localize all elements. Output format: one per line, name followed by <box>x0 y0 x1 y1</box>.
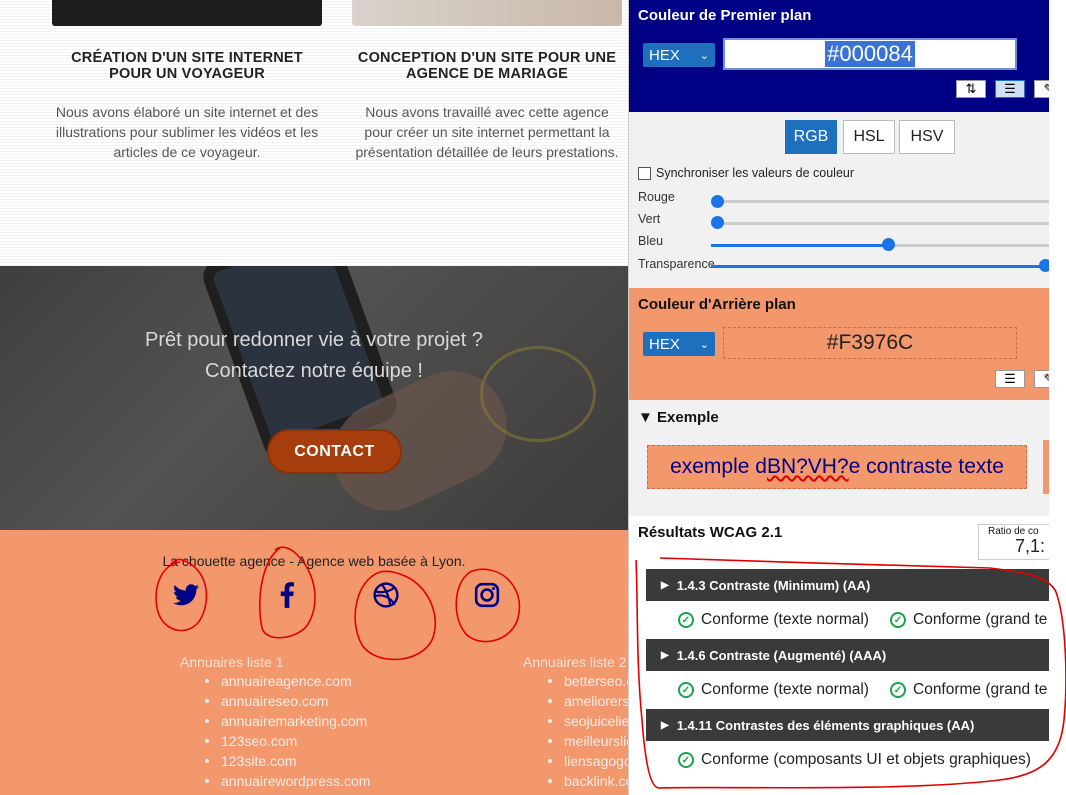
sync-option[interactable]: Synchroniser les valeurs de couleur <box>638 166 854 180</box>
contrast-checker-panel: Couleur de Premier plan HEX ⌄ #000084 ⇅ ☰… <box>628 0 1049 795</box>
eyedropper-icon[interactable]: ✎ <box>1034 80 1049 98</box>
project-thumbnail-2[interactable] <box>352 0 622 26</box>
check-circle-icon: ✓ <box>678 682 694 698</box>
red-slider-thumb[interactable] <box>711 195 724 208</box>
check-circle-icon: ✓ <box>678 612 694 628</box>
chevron-down-icon: ⌄ <box>699 338 709 351</box>
disclosure-triangle-icon: ▶ <box>661 649 669 661</box>
slider-label-blue: Bleu <box>638 234 664 248</box>
cta-hero: Prêt pour redonner vie à votre projet ? … <box>0 266 628 530</box>
color-mode-tabs: RGB HSL HSV <box>785 120 955 154</box>
example-preview-large <box>1043 440 1049 494</box>
swap-colors-icon[interactable]: ⇅ <box>956 80 986 98</box>
chevron-down-icon: ⌄ <box>699 49 709 62</box>
sync-checkbox[interactable] <box>638 166 651 180</box>
green-slider[interactable] <box>711 222 1049 225</box>
instagram-icon[interactable] <box>467 575 507 615</box>
criterion-1-4-6[interactable]: ▶ 1.4.6 Contraste (Augmenté) (AAA) <box>646 639 1049 671</box>
blue-slider-thumb[interactable] <box>882 238 895 251</box>
red-slider[interactable] <box>711 200 1049 203</box>
background-hex-input[interactable]: #F3976C <box>723 327 1017 359</box>
footer-tagline: La chouette agence - Agence web basée à … <box>162 553 466 569</box>
card-desc-2: Nous avons travaillé avec cette agence po… <box>355 104 619 160</box>
cta-heading-line2: Contactez notre équipe ! <box>205 360 423 382</box>
directory-link[interactable]: 123seo.com <box>205 731 370 751</box>
slider-label-green: Vert <box>638 212 661 226</box>
background-section: Couleur d'Arrière plan HEX⌄ #F3976C ☰ ✎ <box>629 288 1049 400</box>
check-circle-icon: ✓ <box>890 682 906 698</box>
disclosure-triangle-icon: ▼ <box>638 409 653 426</box>
tab-hsl[interactable]: HSL <box>843 120 895 154</box>
pass-large-text: ✓ Conforme (grand te <box>890 611 1047 629</box>
green-slider-thumb[interactable] <box>711 216 724 229</box>
site-footer: La chouette agence - Agence web basée à … <box>0 530 645 795</box>
criterion-1-4-11[interactable]: ▶ 1.4.11 Contrastes des éléments graphiqu… <box>646 709 1049 741</box>
directory-title-1: Annuaires liste 1 <box>180 654 284 670</box>
pass-large-text: ✓ Conforme (grand te <box>890 681 1047 699</box>
sliders-toggle-icon[interactable]: ☰ <box>995 370 1025 388</box>
dribbble-icon[interactable] <box>366 575 406 615</box>
sliders-toggle-icon[interactable]: ☰ <box>995 80 1025 98</box>
slider-label-red: Rouge <box>638 190 675 204</box>
check-circle-icon: ✓ <box>678 752 694 768</box>
check-circle-icon: ✓ <box>890 612 906 628</box>
card-title-1: CRÉATION D'UN SITE INTERNET POUR UN VOYAG… <box>71 50 303 82</box>
cta-heading-line1: Prêt pour redonner vie à votre projet ? <box>145 329 483 351</box>
background-title: Couleur d'Arrière plan <box>638 296 796 313</box>
project-thumbnail-1[interactable] <box>52 0 322 26</box>
directory-link[interactable]: annuaireagence.com <box>205 671 370 691</box>
contact-button[interactable]: CONTACT <box>267 429 402 474</box>
card-title-2: CONCEPTION D'UN SITE POUR UNE AGENCE DE M… <box>357 50 617 82</box>
foreground-hex-input[interactable]: #000084 <box>723 38 1017 70</box>
pass-ui-components: ✓ Conforme (composants UI et objets graph… <box>678 751 1031 769</box>
directory-link[interactable]: annuaireseo.com <box>205 691 370 711</box>
transparency-slider-thumb[interactable] <box>1039 259 1049 272</box>
directory-link[interactable]: annuairemarketing.com <box>205 711 370 731</box>
directory-list-1: annuaireagence.com annuaireseo.com annua… <box>205 671 370 791</box>
background-format-select[interactable]: HEX ⌄ <box>643 332 715 356</box>
directory-link[interactable]: 123site.com <box>205 751 370 771</box>
directory-link[interactable]: annuairewordpress.com <box>205 771 370 791</box>
portfolio-section: CRÉATION D'UN SITE INTERNET POUR UN VOYAG… <box>0 0 628 266</box>
tab-rgb[interactable]: RGB <box>785 120 837 154</box>
tab-hsv[interactable]: HSV <box>899 120 955 154</box>
eyedropper-icon[interactable]: ✎ <box>1034 370 1049 388</box>
disclosure-triangle-icon: ▶ <box>661 719 669 731</box>
facebook-icon[interactable] <box>267 575 307 615</box>
foreground-format-select[interactable]: HEX ⌄ <box>643 43 715 67</box>
twitter-icon[interactable] <box>166 575 206 615</box>
pass-normal-text: ✓ Conforme (texte normal) <box>678 681 869 699</box>
card-desc-1: Nous avons élaboré un site internet et d… <box>55 104 319 160</box>
slider-label-transparency: Transparence <box>638 257 715 271</box>
directory-title-2: Annuaires liste 2 <box>523 654 627 670</box>
example-preview: exemple d BN?VH? e contraste texte <box>647 445 1027 489</box>
contrast-ratio-value: 7,1: <box>1015 536 1046 556</box>
foreground-title: Couleur de Premier plan <box>638 7 812 24</box>
disclosure-triangle-icon: ▶ <box>661 579 669 591</box>
transparency-slider[interactable] <box>711 265 1049 268</box>
example-toggle[interactable]: ▼ Exemple <box>638 409 719 426</box>
foreground-section: Couleur de Premier plan HEX ⌄ #000084 ⇅ ☰… <box>629 0 1049 112</box>
pass-normal-text: ✓ Conforme (texte normal) <box>678 611 869 629</box>
results-title: Résultats WCAG 2.1 <box>638 524 783 541</box>
criterion-1-4-3[interactable]: ▶ 1.4.3 Contraste (Minimum) (AA) <box>646 569 1049 601</box>
contrast-ratio-box: Ratio de co 7,1: <box>978 524 1049 560</box>
